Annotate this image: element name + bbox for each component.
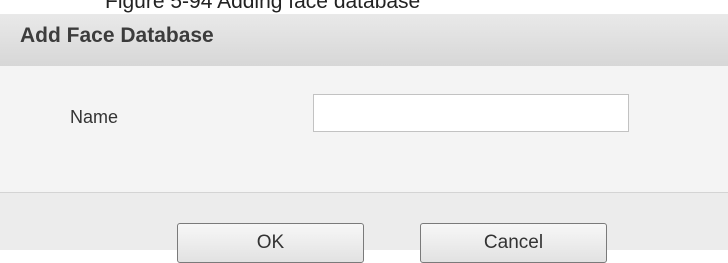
cancel-button[interactable]: Cancel: [420, 223, 607, 263]
dialog-footer: OK Cancel: [0, 192, 728, 263]
figure-caption-text: Figure 5-94 Adding face database: [105, 0, 421, 13]
name-input[interactable]: [313, 94, 629, 132]
add-face-database-dialog: Add Face Database Name OK Cancel: [0, 14, 728, 263]
dialog-body: Name: [0, 66, 728, 192]
figure-caption: Figure 5-94 Adding face database: [0, 0, 728, 14]
name-label: Name: [70, 107, 119, 127]
dialog-title: Add Face Database: [20, 24, 214, 47]
ok-button[interactable]: OK: [177, 223, 364, 263]
dialog-header: Add Face Database: [0, 14, 728, 66]
